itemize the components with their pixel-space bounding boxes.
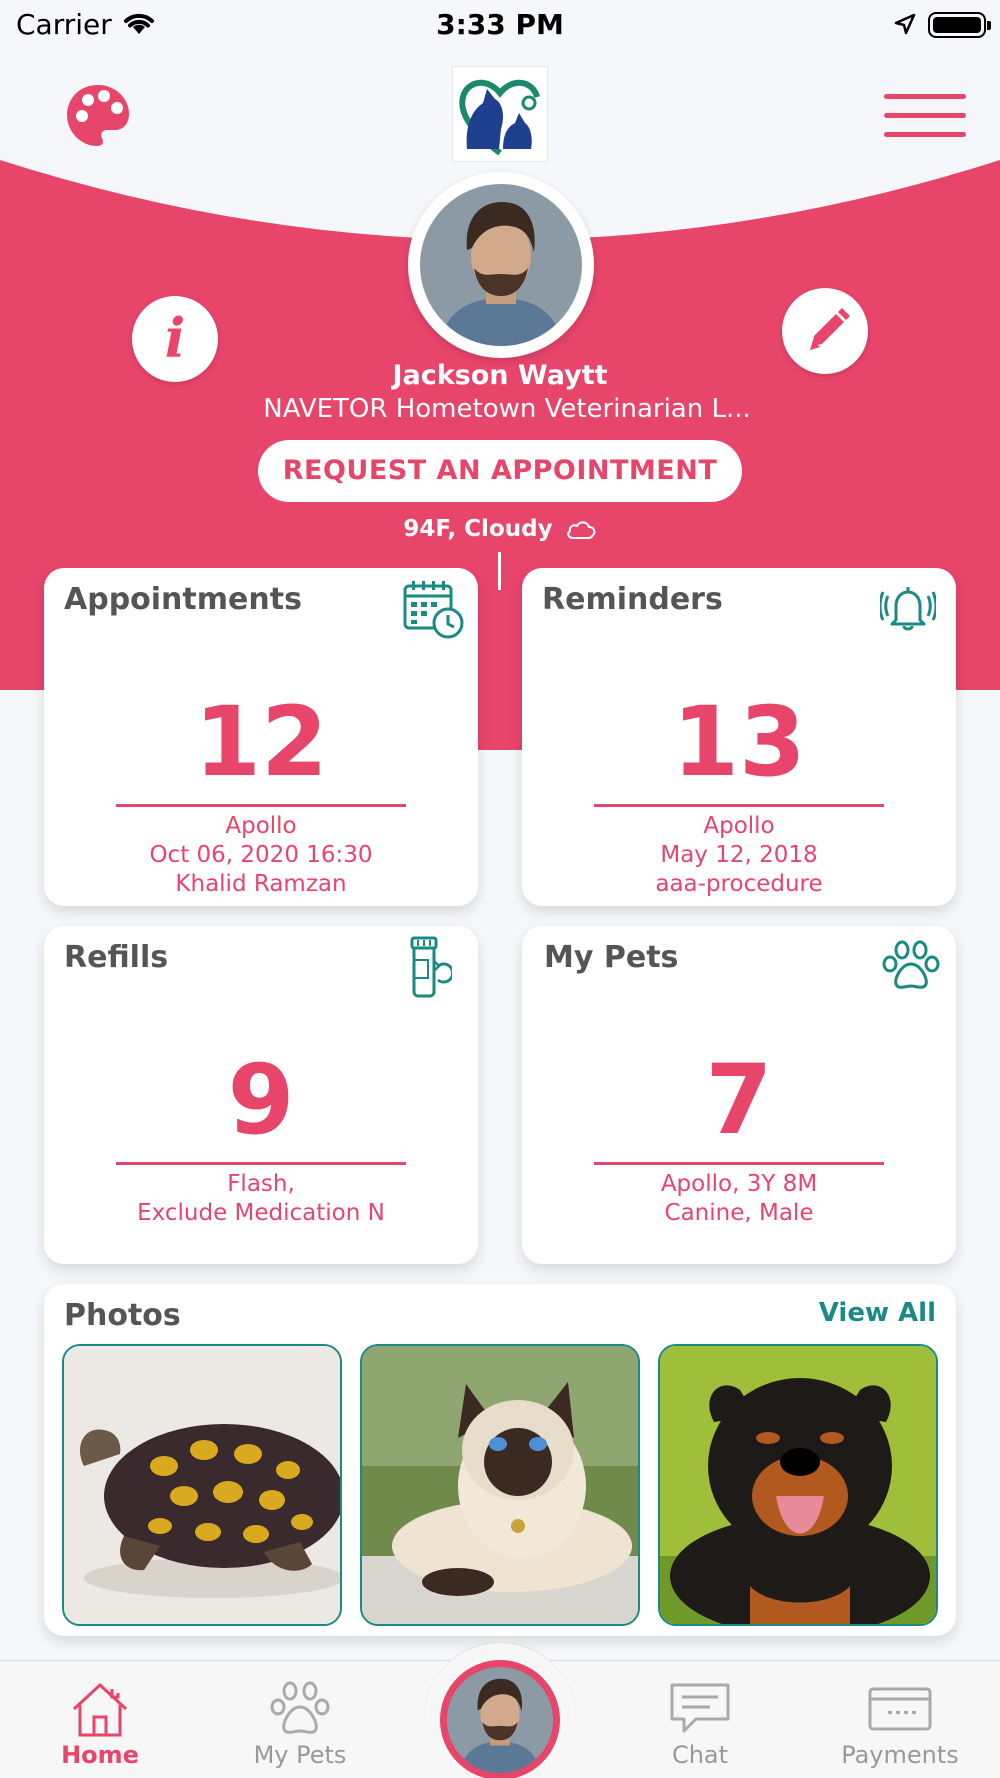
appointments-card[interactable]: Appointments 12 Apollo Oct 06, 2020 16:3… (44, 568, 478, 906)
refills-count: 9 (227, 1044, 295, 1156)
user-name: Jackson Waytt (392, 360, 608, 391)
reminders-title: Reminders (542, 582, 723, 617)
battery-icon (928, 12, 991, 38)
refills-card[interactable]: Refills 9 Flash, Exclude Medication N (44, 926, 478, 1264)
my-pets-count: 7 (705, 1044, 773, 1156)
paw-icon (270, 1681, 330, 1734)
pill-bottle-refill-icon (410, 936, 452, 998)
refills-title: Refills (64, 940, 169, 975)
refills-pet: Flash, (227, 1171, 295, 1197)
my-pets-card[interactable]: My Pets 7 Apollo, 3Y 8M Canine, Male (522, 926, 956, 1264)
tab-home[interactable]: Home (0, 1661, 200, 1778)
appointments-datetime: Oct 06, 2020 16:30 (149, 842, 373, 868)
my-pets-title: My Pets (544, 940, 679, 975)
photos-card: Photos View All (44, 1284, 956, 1636)
hamburger-menu-icon[interactable] (884, 94, 966, 137)
photo-cat[interactable] (360, 1344, 640, 1626)
reminders-card[interactable]: Reminders 13 Apollo May 12, 2018 aaa-pro… (522, 568, 956, 906)
photo-turtle[interactable] (62, 1344, 342, 1626)
request-appointment-button[interactable]: REQUEST AN APPOINTMENT (258, 440, 742, 502)
tab-profile-avatar[interactable] (440, 1660, 560, 1778)
tab-chat[interactable]: Chat (600, 1661, 800, 1778)
view-all-link[interactable]: View All (819, 1298, 936, 1328)
tab-payments-label: Payments (841, 1741, 959, 1769)
palette-icon[interactable] (64, 82, 132, 150)
my-pets-divider (594, 1162, 884, 1165)
refills-medication: Exclude Medication N (137, 1200, 385, 1226)
refills-divider (116, 1162, 406, 1165)
appointments-pet: Apollo (225, 813, 297, 839)
appointments-title: Appointments (64, 582, 302, 617)
appointments-divider (116, 804, 406, 807)
weather-text: 94F, Cloudy (403, 516, 553, 542)
reminders-procedure: aaa-procedure (655, 871, 823, 897)
calendar-clock-icon (403, 581, 464, 639)
tab-my-pets-label: My Pets (253, 1741, 347, 1769)
weather-label: 94F, Cloudy (0, 516, 1000, 542)
credit-card-icon (868, 1687, 932, 1731)
tab-chat-label: Chat (671, 1741, 729, 1769)
my-pets-name-age: Apollo, 3Y 8M (660, 1171, 818, 1197)
divider-line (498, 552, 501, 590)
profile-avatar[interactable] (408, 172, 594, 358)
reminders-date: May 12, 2018 (660, 842, 818, 868)
paw-icon (882, 940, 940, 989)
photos-title: Photos (64, 1298, 181, 1333)
home-icon (72, 1683, 128, 1737)
my-pets-species-sex: Canine, Male (664, 1200, 814, 1226)
status-bar: Carrier 3:33 PM (0, 0, 1000, 52)
reminders-pet: Apollo (703, 813, 775, 839)
appointments-doctor: Khalid Ramzan (175, 871, 347, 897)
tab-payments[interactable]: Payments (800, 1661, 1000, 1778)
clinic-name: NAVETOR Hometown Veterinarian L... (263, 394, 751, 424)
status-time: 3:33 PM (436, 8, 564, 41)
reminders-count: 13 (672, 686, 806, 798)
bell-icon (880, 587, 936, 631)
cloud-icon (566, 520, 595, 539)
location-arrow-icon (894, 13, 916, 35)
tab-my-pets[interactable]: My Pets (200, 1661, 400, 1778)
chat-icon (670, 1683, 730, 1733)
photo-dog[interactable] (658, 1344, 938, 1626)
appointments-count: 12 (194, 686, 328, 798)
clinic-logo (452, 66, 548, 162)
tab-home-label: Home (61, 1741, 139, 1769)
reminders-divider (594, 804, 884, 807)
